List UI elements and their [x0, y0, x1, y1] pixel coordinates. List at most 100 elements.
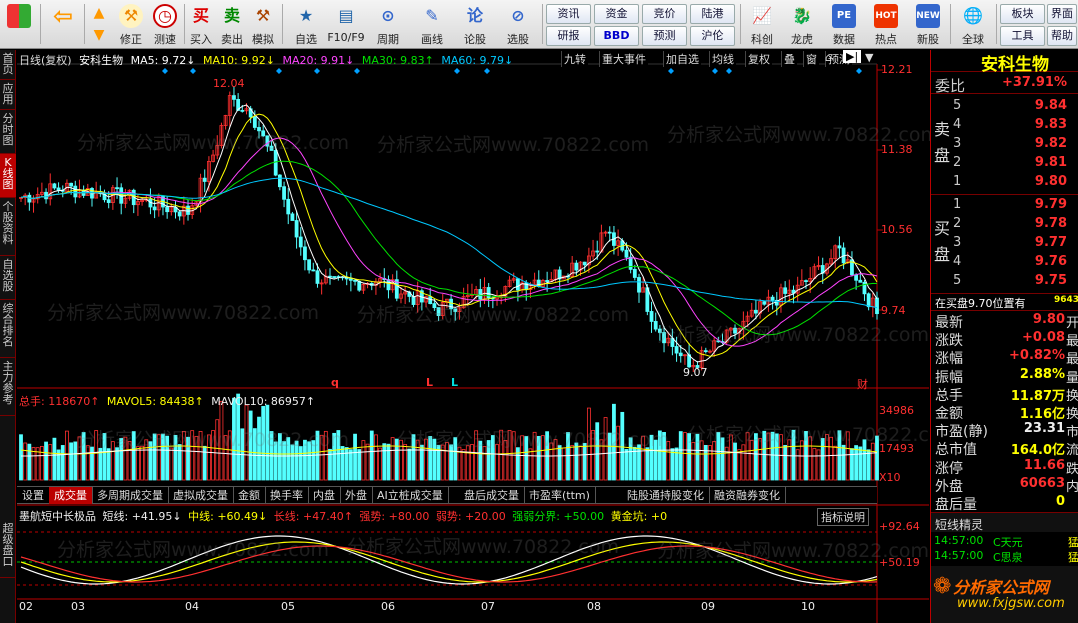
feed-row-0[interactable]: 14:57:00 C天元 猛: [931, 534, 1078, 549]
candle-body: [783, 287, 788, 294]
hk-connect-button[interactable]: 陆港: [690, 4, 735, 24]
sidebar-toggle-icon[interactable]: ▶|: [843, 50, 862, 63]
volume-bar: [69, 442, 74, 481]
research-button[interactable]: 研报: [546, 26, 591, 46]
volume-bar: [503, 440, 508, 481]
dragon-tiger-button[interactable]: 🐉 龙虎: [784, 2, 820, 47]
updown-arrow-icon[interactable]: ▲ ▼: [88, 2, 110, 47]
correct-button[interactable]: ⚒ 修正: [116, 2, 146, 47]
stat-extra: 市: [1065, 425, 1078, 441]
star-market-button[interactable]: 📈 科创: [744, 2, 780, 47]
chart-btn-5[interactable]: 叠: [781, 51, 797, 67]
indicator-tab-7[interactable]: 外盘: [340, 487, 373, 504]
lock-icon[interactable]: ⌂: [825, 51, 832, 64]
tab-watchlist[interactable]: 自选股: [0, 256, 16, 300]
volume-bar: [290, 444, 295, 481]
shanghai-london-button[interactable]: 沪伦: [690, 26, 735, 46]
chart-btn-3[interactable]: 均线: [709, 51, 736, 67]
candle-body: [754, 309, 758, 314]
tab-super-panel[interactable]: 超级盘口: [0, 520, 16, 578]
new-stock-button[interactable]: NEW 新股: [910, 2, 946, 47]
indicator-tab-0[interactable]: 设置: [17, 487, 50, 504]
forecast-button[interactable]: 预测: [642, 26, 687, 46]
period-button[interactable]: ⊙ 周期: [370, 2, 406, 47]
volume-bar: [816, 449, 821, 481]
stat-row-8: 涨停 11.66 跌: [931, 458, 1078, 477]
help-button[interactable]: 帮助: [1047, 26, 1077, 46]
sell-button[interactable]: 卖卖出: [218, 2, 246, 47]
stat-extra: 开: [1065, 316, 1078, 331]
volume-bar: [683, 432, 687, 481]
volume-bar: [277, 433, 282, 481]
speed-test-button[interactable]: ◷ 测速: [150, 2, 180, 47]
discuss-button[interactable]: 论论股: [460, 2, 490, 47]
indicator-tab-11[interactable]: 陆股通持股变化: [622, 487, 710, 504]
volume-bar: [198, 431, 203, 481]
chart-btn-2[interactable]: 加自选: [663, 51, 701, 67]
volume-bar: [620, 411, 625, 481]
chart-btn-1[interactable]: 重大事件: [599, 51, 648, 67]
back-arrow-icon[interactable]: ⇦: [48, 2, 78, 47]
bbd-button[interactable]: BBD: [594, 26, 639, 46]
global-button[interactable]: 🌐 全球: [954, 2, 992, 47]
indicator-help-button[interactable]: 指标说明: [817, 508, 869, 526]
draw-line-button[interactable]: ✎ 画线: [414, 2, 450, 47]
stat-label: 金额: [935, 406, 963, 422]
volume-bar: [348, 449, 353, 481]
feed-row-1[interactable]: 14:57:00 C思泉 猛: [931, 549, 1078, 564]
volume-bar: [528, 448, 533, 481]
tools-button[interactable]: 工具: [1000, 26, 1045, 46]
data-button[interactable]: PE 数据: [826, 2, 862, 47]
vol-axis-2: 17493: [879, 442, 914, 455]
interface-button[interactable]: 界面: [1047, 4, 1077, 24]
sector-button[interactable]: 板块: [1000, 4, 1045, 24]
indicator-tab-12[interactable]: 融资融券变化: [709, 487, 786, 504]
stat-label: 涨幅: [935, 351, 963, 368]
candle-body: [332, 276, 337, 278]
hot-button[interactable]: HOT 热点: [868, 2, 904, 47]
indicator-tab-3[interactable]: 虚拟成交量: [168, 487, 234, 504]
volume-bar: [407, 448, 412, 481]
indicator-tab-5[interactable]: 换手率: [265, 487, 309, 504]
chart-btn-4[interactable]: 复权: [745, 51, 772, 67]
volume-bar: [520, 435, 524, 481]
dropdown-icon[interactable]: ▼: [865, 51, 873, 64]
tab-intraday[interactable]: 分时图: [0, 110, 16, 154]
tab-reference[interactable]: 主力参考: [0, 358, 16, 416]
volume-bar: [716, 431, 721, 481]
chart-btn-0[interactable]: 九转: [561, 51, 588, 67]
tab-profile[interactable]: 个股资料: [0, 198, 16, 256]
candle-body: [298, 236, 303, 248]
candle-body: [152, 206, 157, 211]
volume-bar: [745, 432, 750, 481]
stock-picker-button[interactable]: ⊘ 选股: [500, 2, 536, 47]
grid-icon[interactable]: [4, 2, 34, 47]
tab-kline[interactable]: K线图: [0, 154, 16, 198]
indicator-tab-10[interactable]: 市盈率(ttm): [524, 487, 596, 504]
chart-btn-6[interactable]: 窗: [803, 51, 819, 67]
indicator-tab-2[interactable]: 多周期成交量: [92, 487, 169, 504]
tab-apps[interactable]: 应用: [0, 80, 16, 110]
volume-bar: [294, 440, 299, 481]
kline-chart-area[interactable]: 分析家公式网www.70822.com 分析家公式网www.70822.com 分析…: [17, 50, 959, 623]
volume-bar: [553, 439, 558, 481]
candle-body: [733, 327, 737, 334]
tab-ranking[interactable]: 综合排名: [0, 300, 16, 358]
candle-body: [637, 277, 641, 293]
watchlist-button[interactable]: ★ 自选: [288, 2, 324, 47]
indicator-tab-9[interactable]: 盘后成交量: [459, 487, 525, 504]
fund-button[interactable]: 资金: [594, 4, 639, 24]
auction-button[interactable]: 竞价: [642, 4, 687, 24]
simulate-button[interactable]: ⚒ 模拟: [249, 2, 277, 47]
indicator-tab-1[interactable]: 成交量: [49, 487, 93, 504]
position-value: 9643: [1053, 295, 1078, 305]
tab-home[interactable]: 首页: [0, 50, 16, 80]
indicator-tab-6[interactable]: 内盘: [308, 487, 341, 504]
news-button[interactable]: 资讯: [546, 4, 591, 24]
indicator-tab-4[interactable]: 金额: [233, 487, 266, 504]
stat-extra: 最: [1065, 352, 1078, 368]
buy-button[interactable]: 买买入: [187, 2, 215, 47]
indicator-tab-8[interactable]: AI立桩成交量: [372, 487, 449, 504]
f10-button[interactable]: ▤ F10/F9: [326, 2, 366, 47]
stat-extra: 换: [1065, 388, 1078, 404]
